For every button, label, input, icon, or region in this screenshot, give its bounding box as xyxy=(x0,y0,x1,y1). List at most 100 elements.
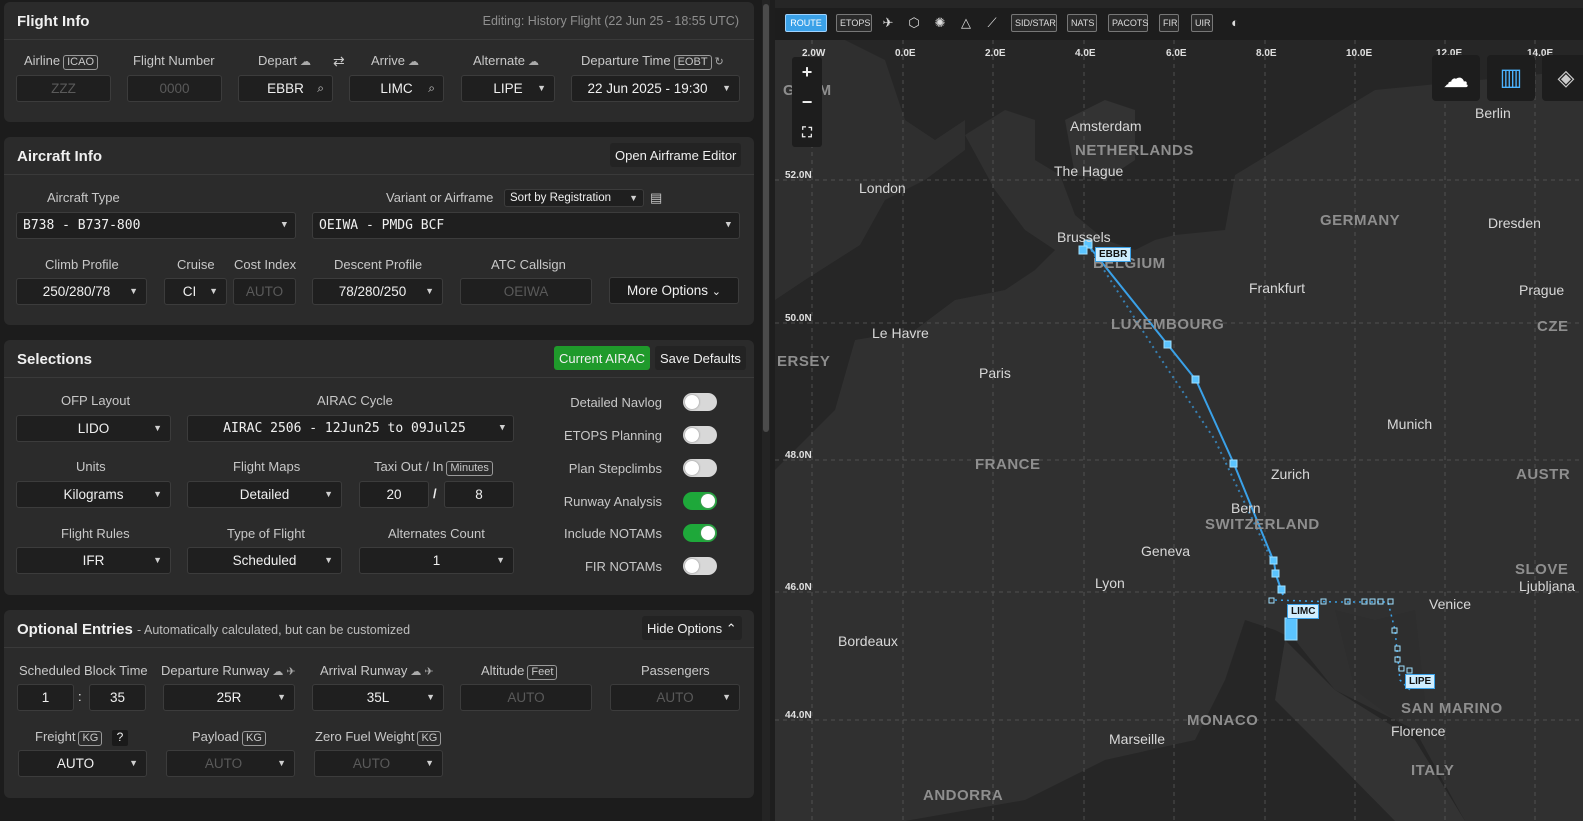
landing-icon[interactable]: ✈ xyxy=(424,666,433,678)
route-label-ebbr[interactable]: EBBR xyxy=(1095,247,1132,262)
altitude-input[interactable]: AUTO xyxy=(460,684,592,711)
arrival-runway-select[interactable]: 35L ▼ xyxy=(312,684,444,711)
contrast-icon[interactable]: ◐ xyxy=(1226,14,1244,32)
flight-rules-select[interactable]: IFR ▼ xyxy=(16,547,171,574)
save-defaults-button[interactable]: Save Defaults xyxy=(655,346,746,370)
city-label-geneva: Geneva xyxy=(1141,543,1191,559)
fir-notams-toggle[interactable] xyxy=(683,557,717,575)
eobt-badge[interactable]: EOBT xyxy=(673,55,712,70)
chevron-down-icon: ▼ xyxy=(277,758,286,768)
weather-icon[interactable]: ☁ xyxy=(272,666,283,678)
pacots-layer-button[interactable]: PACOTS xyxy=(1108,14,1148,32)
weather-icon[interactable]: ☁ xyxy=(410,666,421,678)
kg-badge[interactable]: KG xyxy=(241,731,266,746)
ndb-icon[interactable]: ✺ xyxy=(931,14,949,32)
waypoint-icon[interactable]: △ xyxy=(957,14,975,32)
chevron-down-icon: ▼ xyxy=(153,489,162,499)
minutes-badge[interactable]: Minutes xyxy=(446,461,493,476)
map-style-button[interactable]: ▥ xyxy=(1487,55,1535,101)
search-icon[interactable]: ⌕ xyxy=(428,76,435,101)
vor-icon[interactable]: ⬡ xyxy=(905,14,923,32)
weather-icon[interactable]: ☁ xyxy=(528,56,539,68)
taxi-in-input[interactable]: 8 xyxy=(444,481,514,508)
arrive-input[interactable]: LIMC ⌕ xyxy=(349,75,444,102)
takeoff-icon[interactable]: ✈ xyxy=(286,666,295,678)
uir-layer-button[interactable]: UIR xyxy=(1191,14,1213,32)
weather-icon[interactable]: ☁ xyxy=(408,56,419,68)
etops-layer-button[interactable]: ETOPS xyxy=(836,14,872,32)
runway-icon[interactable]: ⟋ xyxy=(983,14,1001,32)
panel-scrollbar[interactable] xyxy=(762,0,770,821)
freight-select[interactable]: AUTO ▼ xyxy=(18,750,147,777)
zfw-select[interactable]: AUTO ▼ xyxy=(314,750,443,777)
departure-time-select[interactable]: 22 Jun 2025 - 19:30 ▼ xyxy=(571,75,740,102)
airline-input[interactable]: ZZZ xyxy=(16,75,111,102)
nats-layer-button[interactable]: NATS xyxy=(1067,14,1097,32)
weather-overlay-button[interactable]: ☁ xyxy=(1432,55,1480,101)
depart-input[interactable]: EBBR ⌕ xyxy=(238,75,333,102)
route-map[interactable]: 2.0W 0.0E 2.0E 4.0E 6.0E 8.0E 10.0E 12.0E 14.0E … xyxy=(775,0,1583,821)
hide-options-button[interactable]: Hide Options ⌃ xyxy=(642,616,742,640)
climb-profile-select[interactable]: 250/280/78 ▼ xyxy=(16,278,147,305)
taxi-out-input[interactable]: 20 xyxy=(359,481,429,508)
city-label-the-hague: The Hague xyxy=(1054,163,1124,179)
plan-stepclimbs-toggle[interactable] xyxy=(683,459,717,477)
current-airac-button[interactable]: Current AIRAC xyxy=(554,346,650,370)
cost-index-input[interactable]: AUTO xyxy=(233,278,296,305)
detailed-navlog-toggle[interactable] xyxy=(683,393,717,411)
aircraft-type-select[interactable]: B738 - B737-800 ▼ xyxy=(16,212,296,239)
ofp-layout-label: OFP Layout xyxy=(61,393,131,408)
flight-info-panel: Flight Info Editing: History Flight (22 … xyxy=(4,2,754,122)
airac-cycle-label: AIRAC Cycle xyxy=(317,393,393,408)
type-of-flight-select[interactable]: Scheduled ▼ xyxy=(187,547,342,574)
more-options-button[interactable]: More Options ⌄ xyxy=(609,277,739,304)
type-of-flight-label: Type of Flight xyxy=(227,526,306,541)
fir-layer-button[interactable]: FIR xyxy=(1159,14,1179,32)
descent-profile-select[interactable]: 78/280/250 ▼ xyxy=(312,278,443,305)
kg-badge[interactable]: KG xyxy=(78,731,103,746)
layers-button[interactable]: ◈ xyxy=(1542,55,1583,101)
city-label-brussels: Brussels xyxy=(1057,229,1111,245)
route-label-limc[interactable]: LIMC xyxy=(1287,604,1320,619)
include-notams-toggle[interactable] xyxy=(683,524,717,542)
sort-select[interactable]: Sort by Registration ▼ xyxy=(504,189,644,207)
swap-icon[interactable]: ⇄ xyxy=(333,53,345,70)
alternates-count-select[interactable]: 1 ▼ xyxy=(359,547,514,574)
weather-icon[interactable]: ☁ xyxy=(300,56,311,68)
search-icon[interactable]: ⌕ xyxy=(317,76,324,101)
airac-cycle-select[interactable]: AIRAC 2506 - 12Jun25 to 09Jul25 ▼ xyxy=(187,415,514,442)
units-select[interactable]: Kilograms ▼ xyxy=(16,481,171,508)
calendar-icon[interactable]: ▤ xyxy=(650,190,662,206)
cruise-select[interactable]: CI ▼ xyxy=(164,278,227,305)
descent-profile-label: Descent Profile xyxy=(334,257,423,272)
zoom-in-button[interactable]: + xyxy=(792,57,822,87)
kg-badge[interactable]: KG xyxy=(417,731,442,746)
departure-runway-select[interactable]: 25R ▼ xyxy=(163,684,295,711)
zoom-out-button[interactable]: − xyxy=(792,87,822,117)
atc-callsign-input[interactable]: OEIWA xyxy=(460,278,592,305)
feet-badge[interactable]: Feet xyxy=(527,665,558,680)
flight-maps-select[interactable]: Detailed ▼ xyxy=(187,481,342,508)
payload-select[interactable]: AUTO ▼ xyxy=(166,750,295,777)
alternate-select[interactable]: LIPE ▼ xyxy=(461,75,555,102)
flight-number-input[interactable]: 0000 xyxy=(127,75,222,102)
panel-title: Flight Info xyxy=(17,13,90,30)
map-canvas[interactable] xyxy=(775,0,1583,821)
open-airframe-editor-button[interactable]: Open Airframe Editor xyxy=(610,143,742,167)
runway-analysis-toggle[interactable] xyxy=(683,492,717,510)
route-label-lipe[interactable]: LIPE xyxy=(1405,674,1436,689)
scrollbar-thumb[interactable] xyxy=(763,4,769,432)
icao-badge[interactable]: ICAO xyxy=(63,55,99,70)
fullscreen-button[interactable]: ⛶ xyxy=(792,117,822,147)
ofp-layout-select[interactable]: LIDO ▼ xyxy=(16,415,171,442)
airplane-icon[interactable]: ✈ xyxy=(879,14,897,32)
route-layer-button[interactable]: ROUTE xyxy=(785,14,827,32)
refresh-icon[interactable]: ↻ xyxy=(715,56,724,68)
help-icon[interactable]: ? xyxy=(112,730,128,746)
passengers-select[interactable]: AUTO ▼ xyxy=(610,684,740,711)
sidstar-layer-button[interactable]: SID/STAR xyxy=(1011,14,1057,32)
block-minutes-input[interactable]: 35 xyxy=(89,684,146,711)
etops-planning-toggle[interactable] xyxy=(683,426,717,444)
variant-select[interactable]: OEIWA - PMDG BCF ▼ xyxy=(312,212,740,239)
block-hours-input[interactable]: 1 xyxy=(17,684,74,711)
